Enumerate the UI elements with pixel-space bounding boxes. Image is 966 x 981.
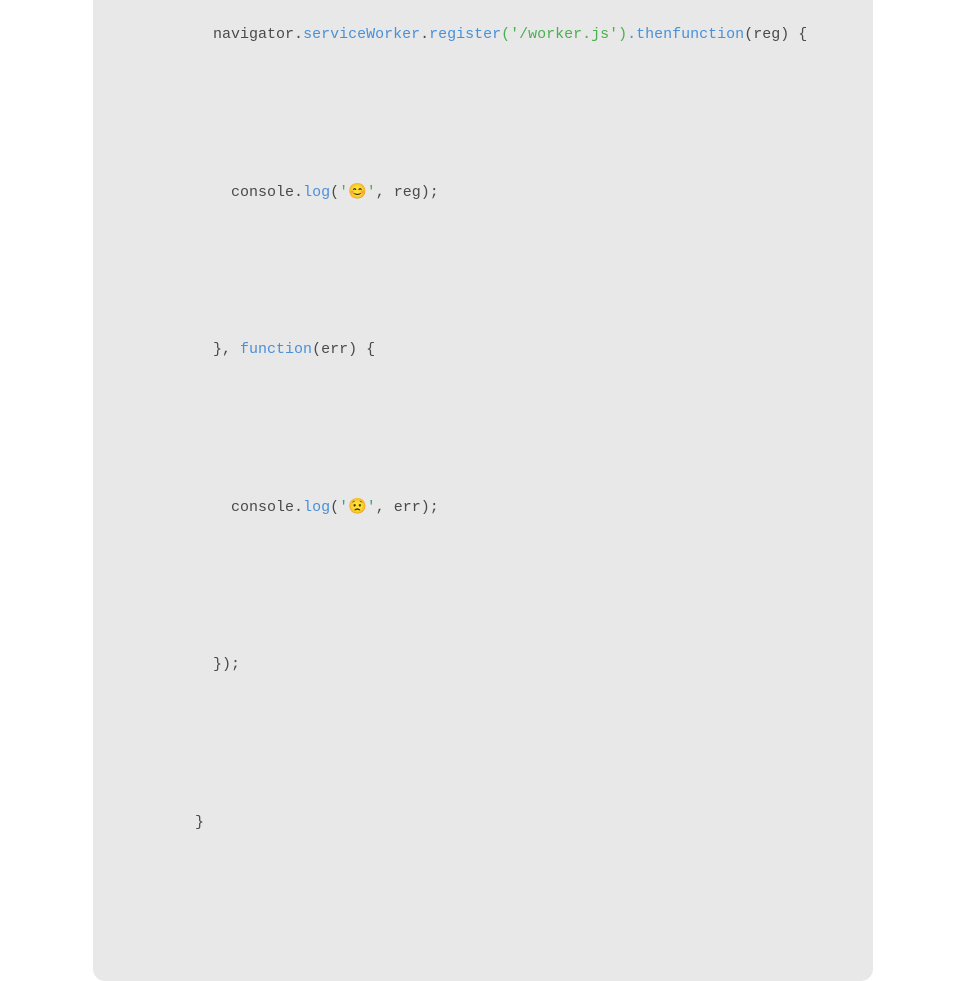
dot5: . — [294, 499, 303, 516]
reg-params: (reg) { — [744, 26, 807, 43]
err-params: (err) { — [312, 341, 375, 358]
register-line: navigator.serviceWorker.register('/worke… — [141, 0, 825, 75]
happy-emoji: '😊' — [339, 184, 376, 201]
navigator-2: navigator — [213, 26, 294, 43]
function-keyword-1: function — [672, 26, 744, 43]
code-block: // Install Service Worker if (navigator.… — [141, 0, 825, 941]
dot3: . — [294, 184, 303, 201]
line4-indent — [195, 341, 213, 358]
log-method-1: log — [303, 184, 330, 201]
console-log-1-line: console.log('😊', reg); — [141, 153, 825, 232]
code-container: // Install Service Worker if (navigator.… — [93, 0, 873, 981]
sad-emoji: '😟' — [339, 499, 376, 516]
console-log-2-line: console.log('😟', err); — [141, 468, 825, 547]
line2-indent — [195, 26, 213, 43]
then-method: .then — [627, 26, 672, 43]
log-method-2: log — [303, 499, 330, 516]
register-method: register — [429, 26, 501, 43]
reg-rest: , reg); — [376, 184, 439, 201]
line6-indent — [195, 656, 213, 673]
err-rest: , err); — [376, 499, 439, 516]
console-2: console — [231, 499, 294, 516]
line5-indent — [195, 499, 231, 516]
serviceworker-2: serviceWorker — [303, 26, 420, 43]
closing-brace-1: }, — [213, 341, 240, 358]
final-brace-line: } — [141, 783, 825, 862]
closing-brackets-line: }); — [141, 626, 825, 705]
closing-then: }); — [213, 656, 240, 673]
dot2-2: . — [420, 26, 429, 43]
console-1: console — [231, 184, 294, 201]
function-keyword-2: function — [240, 341, 312, 358]
final-brace: } — [195, 814, 204, 831]
dot2-1: . — [294, 26, 303, 43]
worker-arg: ('/worker.js') — [501, 26, 627, 43]
line3-indent — [195, 184, 231, 201]
function-err-line: }, function(err) { — [141, 311, 825, 390]
